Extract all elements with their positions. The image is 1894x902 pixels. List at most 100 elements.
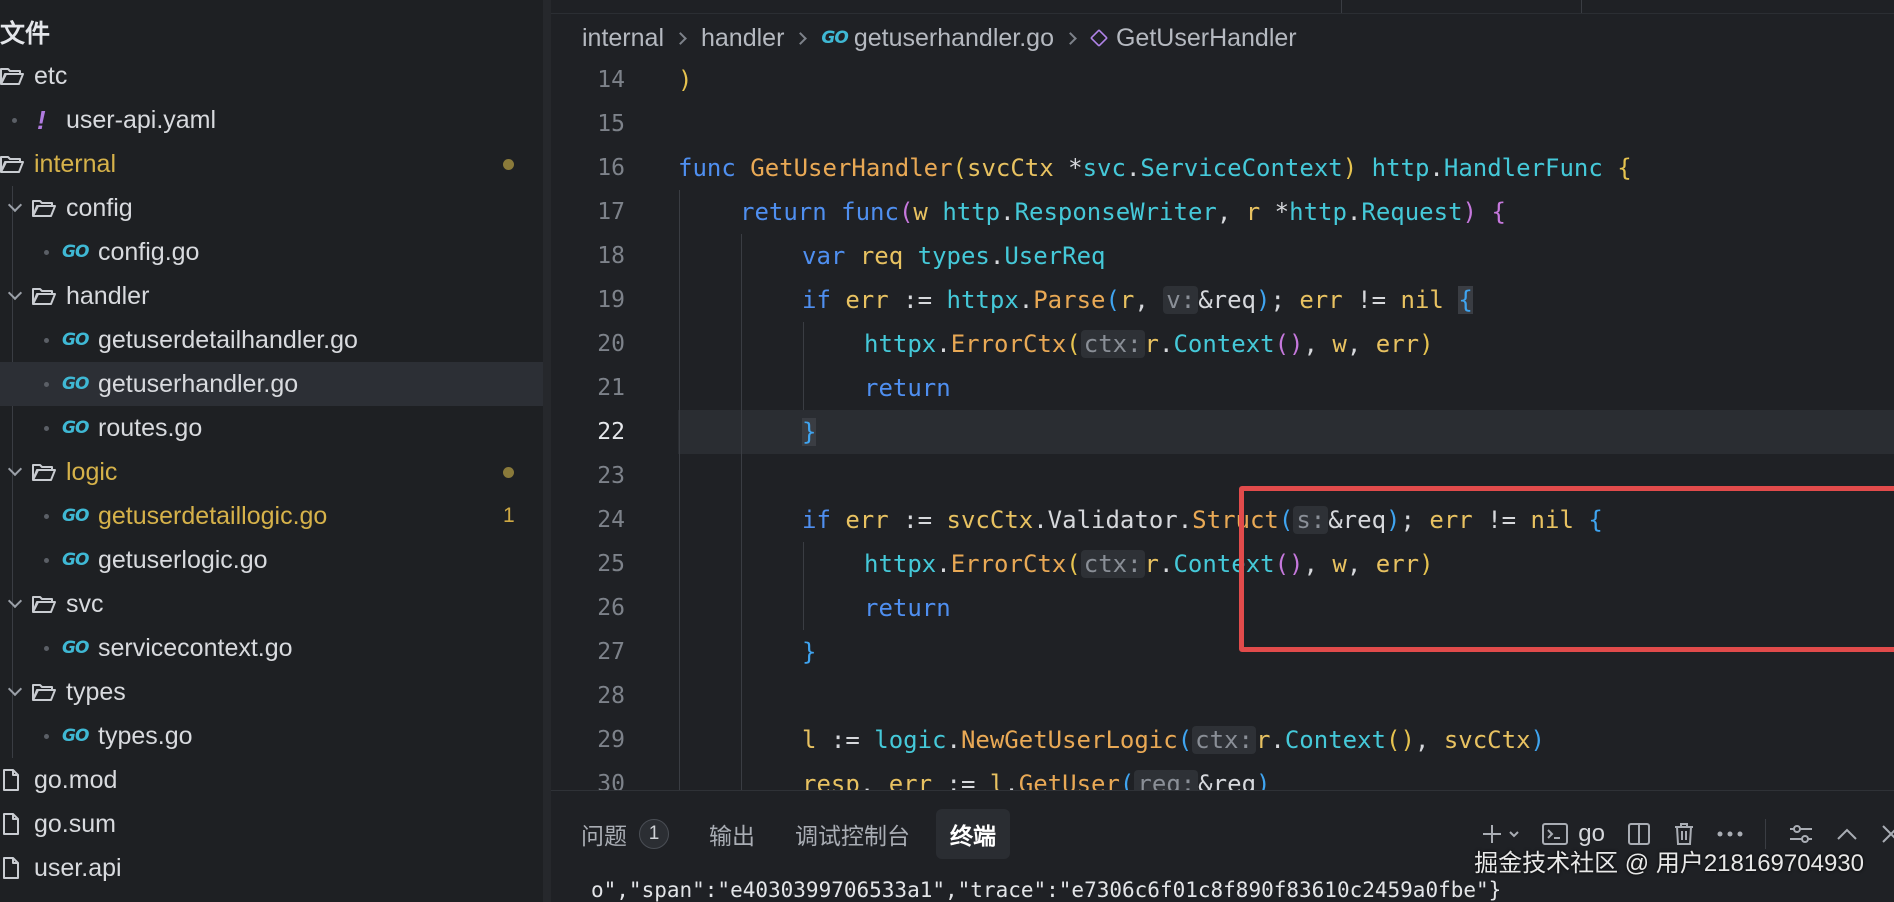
folder-open-icon <box>0 142 24 186</box>
breadcrumb-item[interactable]: GetUserHandler <box>1116 24 1297 53</box>
explorer-sidebar: 文件 etc ! user-api.yaml internal config G… <box>0 0 543 902</box>
code-line-17[interactable]: return func(w http.ResponseWriter, r *ht… <box>740 190 1506 234</box>
code-line-14[interactable]: ) <box>678 58 692 102</box>
current-line-highlight <box>678 410 1894 454</box>
go-file-icon: GO <box>62 726 89 746</box>
chevron-down-icon[interactable] <box>4 670 26 714</box>
code-line-18[interactable]: var req types.UserReq <box>802 234 1105 278</box>
tab-label: 输出 <box>709 823 755 849</box>
tree-folder-handler[interactable]: handler <box>0 274 543 318</box>
tree-label: go.sum <box>34 810 116 838</box>
maximize-panel-icon[interactable] <box>1836 827 1858 841</box>
tab-label: 问题 <box>581 823 627 849</box>
code-line-20[interactable]: httpx.ErrorCtx(ctx: r.Context(), w, err) <box>864 322 1434 366</box>
tab-terminal[interactable]: 终端 <box>936 809 1010 859</box>
tree-label: svc <box>66 590 104 618</box>
tree-bullet <box>44 514 49 519</box>
sidebar-title: 文件 <box>0 20 51 48</box>
tree-file-getuserhandler-go[interactable]: GO getuserhandler.go <box>0 362 543 406</box>
inlay-hint: ctx: <box>1192 726 1256 754</box>
folder-open-icon <box>32 274 56 318</box>
tree-label: getuserhandler.go <box>98 370 299 398</box>
tree-folder-internal[interactable]: internal <box>0 142 543 186</box>
go-file-icon: GO <box>62 418 89 438</box>
tree-file-user-api-yaml[interactable]: ! user-api.yaml <box>0 98 543 142</box>
go-file-icon: GO <box>62 374 89 394</box>
tree-file-getuserdetaillogic-go[interactable]: GO getuserdetaillogic.go 1 <box>0 494 543 538</box>
tree-file-config-go[interactable]: GO config.go <box>0 230 543 274</box>
breadcrumb-item[interactable]: internal <box>582 24 664 53</box>
chevron-down-icon[interactable] <box>4 450 26 494</box>
line-number: 30 <box>597 771 625 790</box>
line-number: 18 <box>597 243 625 269</box>
tree-bullet <box>44 426 49 431</box>
indent-guide <box>679 190 680 790</box>
tab-problems[interactable]: 问题 1 <box>567 809 683 859</box>
tree-label: handler <box>66 282 150 310</box>
chevron-down-icon[interactable] <box>4 186 26 230</box>
breadcrumb: internal handler GO getuserhandler.go Ge… <box>582 20 1297 56</box>
tree-label: etc <box>34 62 68 90</box>
go-file-icon: GO <box>62 550 89 570</box>
code-line-21[interactable]: return <box>864 366 951 410</box>
chevron-down-icon[interactable] <box>4 274 26 318</box>
function-symbol-icon <box>1089 28 1109 48</box>
breadcrumb-item[interactable]: handler <box>701 24 784 53</box>
tree-folder-etc[interactable]: etc <box>0 54 543 98</box>
tree-label: getuserdetaillogic.go <box>98 502 328 530</box>
terminal-output[interactable]: o","span":"e4030399706533a1","trace":"e7… <box>591 877 1501 902</box>
tree-bullet <box>44 646 49 651</box>
watermark: 掘金技术社区 @ 用户218169704930 <box>1474 850 1864 877</box>
code-line-27[interactable]: } <box>802 630 816 674</box>
folder-open-icon <box>32 450 56 494</box>
tree-file-go-sum[interactable]: go.sum <box>0 802 543 846</box>
tree-file-user-api[interactable]: user.api <box>0 846 543 890</box>
tree-file-go-mod[interactable]: go.mod <box>0 758 543 802</box>
tree-folder-config[interactable]: config <box>0 186 543 230</box>
folder-open-icon <box>32 186 56 230</box>
line-number: 23 <box>597 463 625 489</box>
tree-label: config <box>66 194 133 222</box>
chevron-down-icon[interactable] <box>4 582 26 626</box>
sidebar-resize-handle[interactable] <box>543 0 551 902</box>
code-line-30[interactable]: resp, err := l.GetUser(req: &req) <box>802 762 1270 790</box>
tree-label: user.api <box>34 854 122 882</box>
tree-bullet <box>44 558 49 563</box>
tree-file-servicecontext-go[interactable]: GO servicecontext.go <box>0 626 543 670</box>
terminal-profile-icon[interactable] <box>1542 823 1569 845</box>
modified-dot <box>503 159 514 170</box>
line-number: 21 <box>597 375 625 401</box>
code-line-22[interactable]: } <box>802 410 817 454</box>
close-panel-icon[interactable] <box>1880 823 1894 845</box>
tree-file-types-go[interactable]: GO types.go <box>0 714 543 758</box>
inlay-hint: v: <box>1163 286 1199 314</box>
bottom-panel: 问题 1 输出 调试控制台 终端 go o","span":"e40303997… <box>551 790 1894 902</box>
tree-label: routes.go <box>98 414 203 442</box>
code-line-19[interactable]: if err := httpx.Parse(r, v: &req); err !=… <box>802 278 1473 322</box>
chevron-down-icon[interactable] <box>1508 828 1520 840</box>
more-icon[interactable] <box>1717 831 1743 837</box>
tree-folder-logic[interactable]: logic <box>0 450 543 494</box>
code-editor[interactable]: internal handler GO getuserhandler.go Ge… <box>551 0 1894 790</box>
tab-label: 终端 <box>950 823 996 849</box>
tree-file-getuserlogic-go[interactable]: GO getuserlogic.go <box>0 538 543 582</box>
breadcrumb-item[interactable]: getuserhandler.go <box>854 24 1054 53</box>
code-line-16[interactable]: func GetUserHandler(svcCtx *svc.ServiceC… <box>678 146 1632 190</box>
go-file-icon: GO <box>821 28 848 48</box>
tree-file-getuserdetailhandler-go[interactable]: GO getuserdetailhandler.go <box>0 318 543 362</box>
tab-output[interactable]: 输出 <box>695 809 769 859</box>
tree-bullet <box>44 734 49 739</box>
tree-folder-svc[interactable]: svc <box>0 582 543 626</box>
panel-settings-icon[interactable] <box>1788 823 1814 845</box>
inlay-hint: ctx: <box>1080 550 1145 578</box>
tree-file-routes-go[interactable]: GO routes.go <box>0 406 543 450</box>
folder-open-icon <box>32 582 56 626</box>
tree-folder-types[interactable]: types <box>0 670 543 714</box>
code-line-29[interactable]: l := logic.NewGetUserLogic(ctx: r.Context… <box>802 718 1545 762</box>
code-line-26[interactable]: return <box>864 586 951 630</box>
line-number: 26 <box>597 595 625 621</box>
tab-debug-console[interactable]: 调试控制台 <box>781 809 924 859</box>
folder-open-icon <box>0 54 24 98</box>
line-number: 27 <box>597 639 625 665</box>
panel-tab-bar: 问题 1 输出 调试控制台 终端 <box>551 809 1022 859</box>
